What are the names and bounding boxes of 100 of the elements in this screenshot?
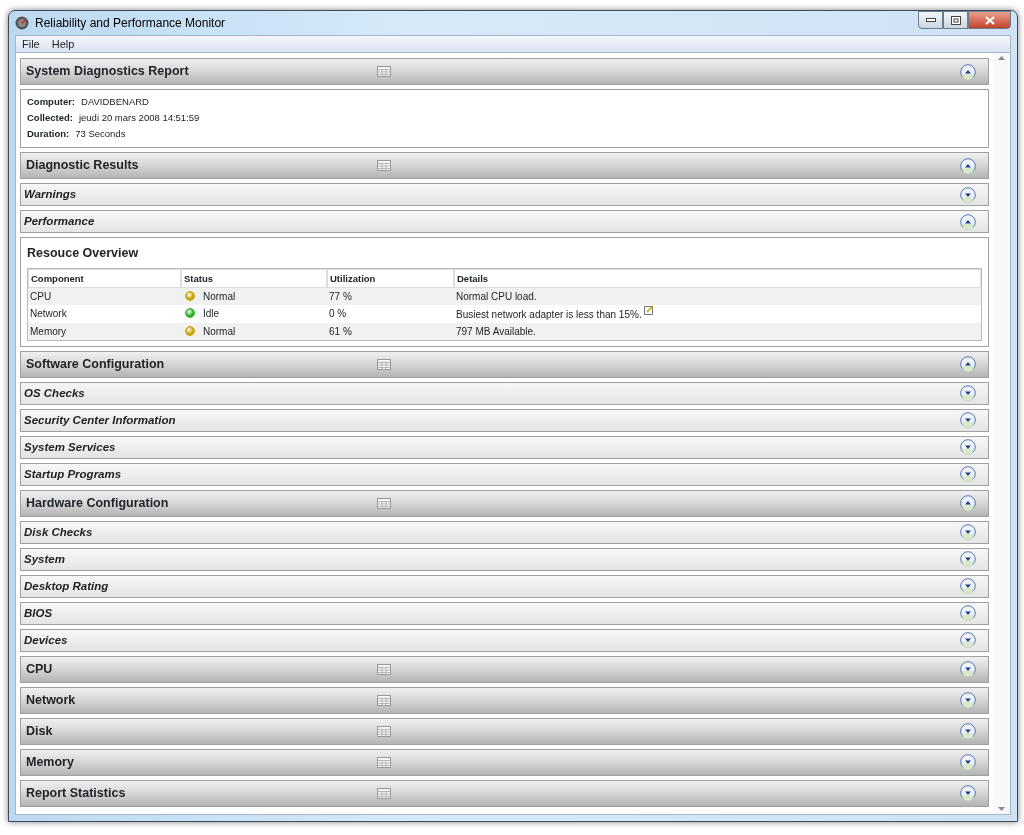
- section-title: System Diagnostics Report: [26, 63, 189, 81]
- table-cell-text: Memory: [29, 324, 68, 339]
- expand-icon[interactable]: [960, 723, 976, 740]
- section-title: Security Center Information: [24, 412, 176, 428]
- collapse-icon[interactable]: [960, 495, 976, 512]
- section-header[interactable]: Hardware Configuration: [20, 489, 989, 517]
- field-value: DAVIDBENARD: [81, 95, 149, 109]
- section-header[interactable]: Software Configuration: [20, 350, 989, 378]
- expand-icon[interactable]: [960, 605, 976, 622]
- collapse-icon[interactable]: [960, 157, 976, 174]
- expand-icon[interactable]: [960, 754, 976, 771]
- collapse-icon[interactable]: [960, 63, 976, 80]
- expand-icon[interactable]: [960, 385, 976, 402]
- minimize-icon: [925, 18, 936, 22]
- expand-icon[interactable]: [960, 661, 976, 678]
- overview-title: Resouce Overview: [27, 245, 140, 262]
- section-header[interactable]: Startup Programs: [20, 462, 989, 486]
- section-header[interactable]: Network: [20, 686, 989, 714]
- table-cell: Normal: [203, 290, 236, 302]
- scrollbar[interactable]: [993, 53, 1010, 814]
- section-title: Disk: [26, 722, 53, 740]
- menu-item[interactable]: File: [22, 35, 40, 53]
- table-icon[interactable]: [377, 358, 391, 370]
- note-icon[interactable]: [643, 304, 654, 315]
- section-header[interactable]: CPU: [20, 655, 989, 683]
- scroll-down-icon[interactable]: [998, 807, 1005, 811]
- table-icon[interactable]: [377, 66, 391, 77]
- close-icon: [984, 15, 995, 25]
- section-title: Memory: [26, 753, 74, 771]
- section-header[interactable]: Memory: [20, 748, 989, 776]
- section-title: Hardware Configuration: [26, 494, 169, 512]
- table-cell: Normal: [203, 325, 236, 337]
- section-header[interactable]: System Diagnostics Report: [20, 58, 989, 85]
- section-header[interactable]: BIOS: [20, 601, 989, 625]
- field-label: Duration:: [27, 127, 70, 141]
- table-cell-text: Network: [29, 306, 68, 321]
- section-title: Performance: [24, 213, 95, 229]
- section-header[interactable]: Security Center Information: [20, 408, 989, 432]
- window-title: Reliability and Performance Monitor: [35, 15, 226, 32]
- column-header[interactable]: Component: [28, 268, 181, 288]
- expand-icon[interactable]: [960, 578, 976, 595]
- section-title: Diagnostic Results: [26, 157, 139, 175]
- table-cell: Normal CPU load.: [456, 290, 537, 302]
- table-cell-text: 77 %: [328, 289, 353, 304]
- table-icon[interactable]: [377, 160, 391, 171]
- expand-icon[interactable]: [960, 466, 976, 483]
- menu-item[interactable]: Help: [51, 35, 75, 53]
- expand-icon[interactable]: [960, 186, 976, 203]
- table-icon[interactable]: [377, 497, 391, 509]
- field-value: jeudi 20 mars 2008 14:51:59: [78, 111, 200, 125]
- table-icon[interactable]: [377, 787, 391, 799]
- section-header[interactable]: Performance: [20, 210, 989, 233]
- table-icon[interactable]: [377, 663, 391, 675]
- section-title: Software Configuration: [26, 355, 165, 373]
- section-header[interactable]: Warnings: [20, 183, 989, 206]
- section-header[interactable]: Disk Checks: [20, 520, 989, 544]
- section-header[interactable]: System Services: [20, 435, 989, 459]
- maximize-icon: [950, 15, 961, 25]
- section-title: Devices: [24, 632, 68, 648]
- section-title: Disk Checks: [24, 524, 93, 540]
- close-button[interactable]: [968, 11, 1011, 29]
- collapse-icon[interactable]: [960, 213, 976, 230]
- table-icon[interactable]: [377, 725, 391, 737]
- section-header[interactable]: Disk: [20, 717, 989, 745]
- expand-icon[interactable]: [960, 524, 976, 541]
- expand-icon[interactable]: [960, 692, 976, 709]
- table-icon[interactable]: [377, 756, 391, 768]
- expand-icon[interactable]: [960, 632, 976, 649]
- column-header[interactable]: Details: [454, 268, 981, 288]
- collapse-icon[interactable]: [960, 356, 976, 373]
- section-title: Report Statistics: [26, 784, 126, 802]
- column-header[interactable]: Utilization: [327, 268, 454, 288]
- field-label: Computer:: [27, 95, 76, 109]
- table-icon[interactable]: [377, 694, 391, 706]
- section-title: Desktop Rating: [24, 578, 109, 594]
- minimize-button[interactable]: [918, 11, 943, 29]
- section-header[interactable]: Report Statistics: [20, 779, 989, 807]
- table-cell: Busiest network adapter is less than 15%.: [456, 308, 642, 320]
- maximize-button[interactable]: [943, 11, 968, 29]
- table-cell: 797 MB Available.: [456, 325, 536, 337]
- section-header[interactable]: System: [20, 547, 989, 571]
- section-title: System: [24, 551, 65, 567]
- table-cell-text: CPU: [29, 289, 53, 304]
- section-title: CPU: [26, 660, 53, 678]
- section-title: Warnings: [24, 186, 77, 202]
- column-header[interactable]: Status: [181, 268, 327, 288]
- section-header[interactable]: Diagnostic Results: [20, 152, 989, 179]
- field-label: Collected:: [27, 111, 73, 125]
- expand-icon[interactable]: [960, 439, 976, 456]
- section-header[interactable]: OS Checks: [20, 381, 989, 405]
- expand-icon[interactable]: [960, 551, 976, 568]
- expand-icon[interactable]: [960, 412, 976, 429]
- section-title: BIOS: [24, 605, 53, 621]
- table-cell-text: 61 %: [328, 324, 353, 339]
- expand-icon[interactable]: [960, 785, 976, 802]
- section-header[interactable]: Desktop Rating: [20, 574, 989, 598]
- app-logo-icon: [15, 16, 29, 30]
- scroll-up-icon[interactable]: [998, 56, 1005, 60]
- field-value: 73 Seconds: [75, 127, 126, 141]
- section-header[interactable]: Devices: [20, 628, 989, 652]
